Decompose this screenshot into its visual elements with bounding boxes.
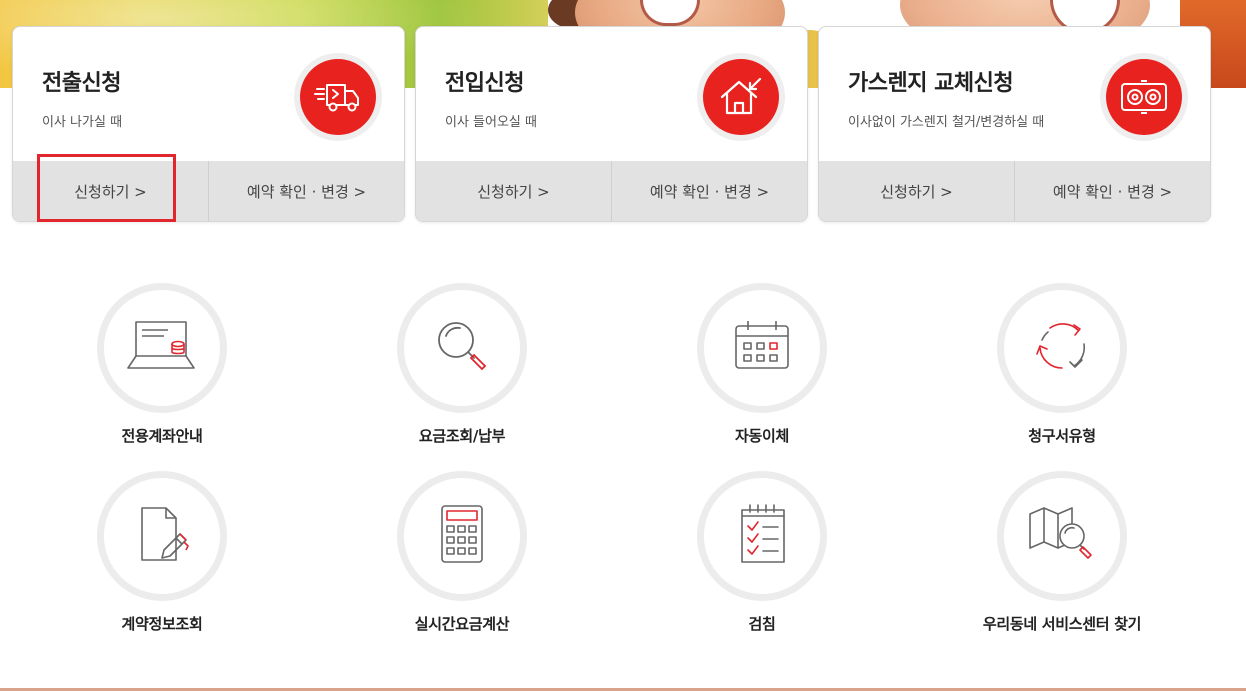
laptop-coins-icon bbox=[124, 318, 200, 378]
card-move-in: 전입신청 이사 들어오실 때 신청하기 > 예약 확인 · 변경 > bbox=[415, 26, 808, 222]
checklist-icon bbox=[734, 502, 790, 570]
moving-truck-icon bbox=[300, 59, 376, 135]
service-icon-ring bbox=[97, 471, 227, 601]
calendar-icon bbox=[730, 318, 794, 378]
service-icon-ring bbox=[697, 471, 827, 601]
service-icon-ring bbox=[997, 471, 1127, 601]
service-label: 전용계좌안내 bbox=[121, 427, 203, 445]
house-arrow-icon bbox=[703, 59, 779, 135]
reservation-change-button[interactable]: 예약 확인 · 변경 > bbox=[208, 161, 404, 221]
service-find-service-center[interactable]: 우리동네 서비스센터 찾기 bbox=[962, 471, 1162, 634]
service-icon-ring bbox=[997, 283, 1127, 413]
service-realtime-fee-calc[interactable]: 실시간요금계산 bbox=[362, 471, 562, 634]
card-description: 이사없이 가스렌지 철거/변경하실 때 bbox=[848, 115, 1045, 130]
card-description: 이사 나가실 때 bbox=[42, 115, 123, 130]
refresh-cycle-icon bbox=[1030, 314, 1094, 382]
card-description: 이사 들어오실 때 bbox=[445, 115, 537, 130]
card-title: 전입신청 bbox=[445, 71, 524, 96]
card-actions: 신청하기 > 예약 확인 · 변경 > bbox=[13, 161, 404, 221]
service-meter-reading[interactable]: 검침 bbox=[662, 471, 862, 634]
card-move-out: 전출신청 이사 나가실 때 신청하기 > 예약 확인 · 변경 > bbox=[12, 26, 405, 222]
document-pen-icon bbox=[130, 502, 194, 570]
card-icon-ring bbox=[294, 53, 382, 141]
card-actions: 신청하기 > 예약 확인 · 변경 > bbox=[819, 161, 1210, 221]
card-gas-stove-replace: 가스렌지 교체신청 이사없이 가스렌지 철거/변경하실 때 신청하기 > 예약 … bbox=[818, 26, 1211, 222]
map-search-icon bbox=[1026, 502, 1098, 570]
service-icon-ring bbox=[697, 283, 827, 413]
gas-stove-icon bbox=[1106, 59, 1182, 135]
service-dedicated-account[interactable]: 전용계좌안내 bbox=[62, 283, 262, 446]
calculator-icon bbox=[434, 502, 490, 570]
service-label: 검침 bbox=[748, 615, 776, 633]
service-label: 우리동네 서비스센터 찾기 bbox=[982, 615, 1142, 633]
service-label: 자동이체 bbox=[734, 427, 789, 445]
apply-button[interactable]: 신청하기 > bbox=[819, 161, 1014, 221]
service-fee-inquiry-payment[interactable]: 요금조회/납부 bbox=[362, 283, 562, 446]
card-title: 전출신청 bbox=[42, 71, 121, 96]
service-contract-info[interactable]: 계약정보조회 bbox=[62, 471, 262, 634]
service-label: 청구서유형 bbox=[1028, 427, 1096, 445]
reservation-change-button[interactable]: 예약 확인 · 변경 > bbox=[1014, 161, 1210, 221]
service-icon-ring bbox=[397, 283, 527, 413]
service-auto-transfer[interactable]: 자동이체 bbox=[662, 283, 862, 446]
card-icon-ring bbox=[1100, 53, 1188, 141]
magnifier-icon bbox=[430, 314, 494, 382]
card-title: 가스렌지 교체신청 bbox=[848, 71, 1014, 96]
apply-button[interactable]: 신청하기 > bbox=[13, 161, 208, 221]
service-label: 계약정보조회 bbox=[121, 615, 203, 633]
service-icon-ring bbox=[97, 283, 227, 413]
service-bill-type[interactable]: 청구서유형 bbox=[962, 283, 1162, 446]
service-label: 실시간요금계산 bbox=[414, 615, 510, 633]
reservation-change-button[interactable]: 예약 확인 · 변경 > bbox=[611, 161, 807, 221]
card-actions: 신청하기 > 예약 확인 · 변경 > bbox=[416, 161, 807, 221]
service-icon-ring bbox=[397, 471, 527, 601]
card-icon-ring bbox=[697, 53, 785, 141]
apply-button[interactable]: 신청하기 > bbox=[416, 161, 611, 221]
service-label: 요금조회/납부 bbox=[418, 427, 506, 445]
